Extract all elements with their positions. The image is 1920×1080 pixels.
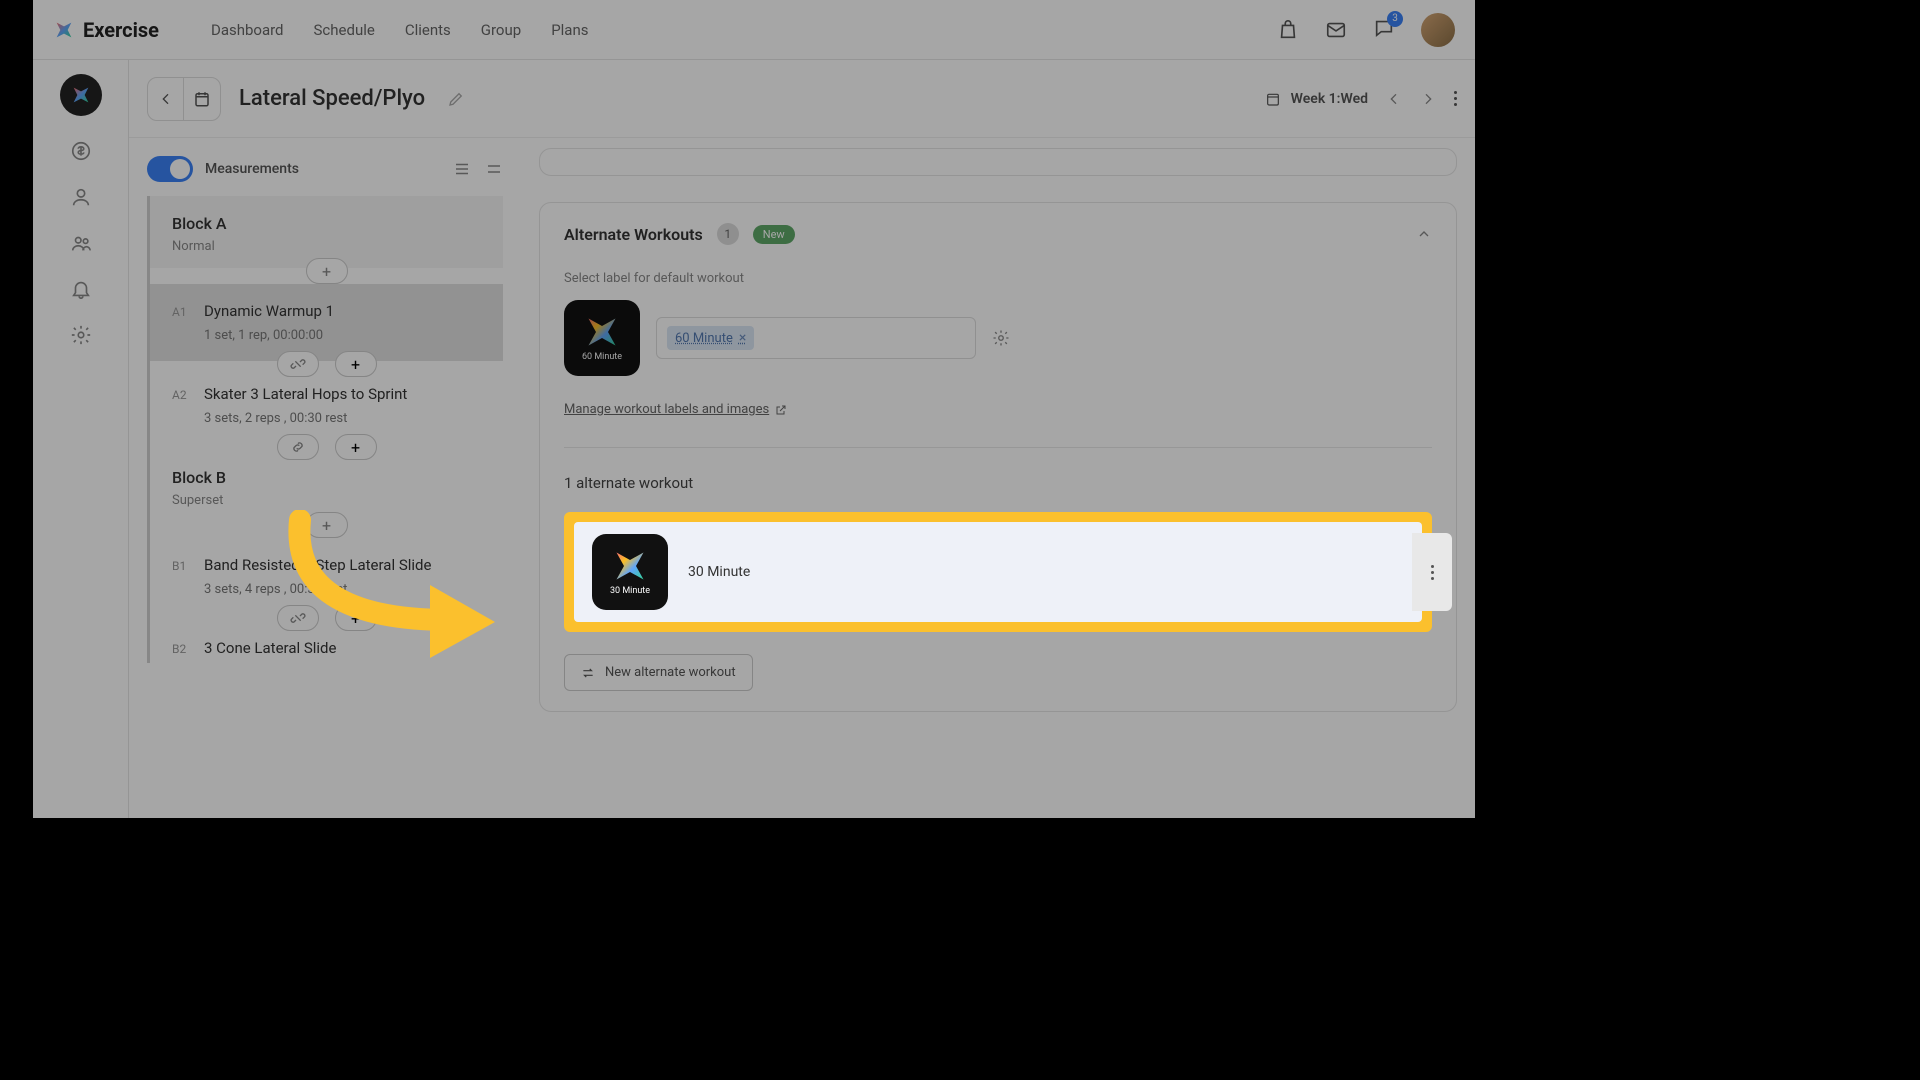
calendar-button[interactable] [184,78,220,120]
unlink-icon [290,610,306,626]
exercise-list-panel: Measurements Block A Normal + [129,138,521,818]
nav-schedule[interactable]: Schedule [314,21,375,39]
thumb-caption: 30 Minute [610,586,650,596]
unlink-icon [290,356,306,372]
more-menu-button[interactable] [1454,91,1457,106]
chevron-left-icon [158,91,174,107]
exercise-code: A1 [172,305,192,319]
new-alternate-button[interactable]: New alternate workout [564,654,753,691]
nav-group[interactable]: Group [481,21,521,39]
user-avatar[interactable] [1421,13,1455,47]
dots-vertical-icon [1431,565,1434,580]
unlink-button[interactable] [277,605,319,631]
alternate-count-badge: 1 [717,223,739,245]
label-chip-input[interactable]: 60 Minute × [656,317,976,359]
alternate-title: Alternate Workouts [564,225,703,244]
side-rail [33,60,129,818]
back-calendar-group [147,77,221,121]
exercise-item[interactable]: A2 Skater 3 Lateral Hops to Sprint 3 sets… [150,367,503,444]
block-title: Block B [172,468,485,487]
select-label-text: Select label for default workout [564,271,1432,286]
person-icon[interactable] [70,186,92,208]
week-prev-button[interactable] [1386,91,1402,107]
swap-icon [581,666,595,680]
measurements-toggle[interactable] [147,156,193,182]
block-subtitle: Normal [172,239,485,254]
exercise-name: Skater 3 Lateral Hops to Sprint [204,385,407,403]
calendar-small-icon [1265,91,1281,107]
brand-name: Exercise [83,18,159,42]
block-title: Block A [172,214,485,233]
exercise-code: A2 [172,388,192,402]
thumb-logo-icon [584,314,620,350]
collapsed-card[interactable] [539,148,1457,176]
chat-icon-wrap[interactable]: 3 [1373,17,1395,43]
compact-view-icon[interactable] [485,160,503,178]
chip-text: 60 Minute [675,331,733,346]
unlink-button[interactable] [277,351,319,377]
label-settings-icon[interactable] [992,329,1010,347]
manage-labels-link[interactable]: Manage workout labels and images [564,402,787,417]
bell-icon[interactable] [70,278,92,300]
top-nav: Dashboard Schedule Clients Group Plans [211,21,589,39]
highlighted-alternate-item: 30 Minute 30 Minute [564,512,1432,632]
brand-logo[interactable]: Exercise [53,18,159,42]
edit-icon[interactable] [447,90,465,108]
exercise-code: B2 [172,642,192,656]
nav-plans[interactable]: Plans [551,21,588,39]
workspace-avatar[interactable] [60,74,102,116]
thumb-logo-icon [612,548,648,584]
chip-remove-icon[interactable]: × [739,330,746,346]
exercise-detail: 3 sets, 4 reps , 00:30 rest [204,582,485,597]
alternate-workout-item[interactable]: 30 Minute 30 Minute [574,522,1422,622]
settings-icon[interactable] [70,324,92,346]
new-badge: New [753,225,795,244]
exercise-name: Band Resisted 2 Step Lateral Slide [204,556,431,574]
dollar-icon[interactable] [70,140,92,162]
alternate-thumb: 30 Minute [592,534,668,610]
topbar: Exercise Dashboard Schedule Clients Grou… [33,0,1475,60]
external-link-icon [775,404,787,416]
week-label: Week 1:Wed [1291,91,1368,107]
add-exercise-button[interactable]: + [306,512,348,538]
exercise-item[interactable]: B1 Band Resisted 2 Step Lateral Slide 3 s… [150,538,503,615]
alternate-list-heading: 1 alternate workout [564,474,1432,492]
mail-icon[interactable] [1325,19,1347,41]
link-icon [290,439,306,455]
calendar-icon [193,90,211,108]
alternate-item-menu[interactable] [1412,533,1452,611]
add-between-button[interactable]: + [335,434,377,460]
logo-icon [53,19,75,41]
add-exercise-button[interactable]: + [306,258,348,284]
add-between-button[interactable]: + [335,351,377,377]
nav-dashboard[interactable]: Dashboard [211,21,284,39]
page-title: Lateral Speed/Plyo [239,86,425,111]
exercise-code: B1 [172,559,192,573]
subheader: Lateral Speed/Plyo Week 1:Wed [129,60,1475,138]
alternate-item-name: 30 Minute [688,564,750,580]
week-next-button[interactable] [1420,91,1436,107]
thumb-caption: 60 Minute [582,352,622,362]
workspace-logo-icon [70,84,92,106]
default-workout-thumb[interactable]: 60 Minute [564,300,640,376]
add-between-button[interactable]: + [335,605,377,631]
measurements-label: Measurements [205,161,299,177]
alternate-panel: Alternate Workouts 1 New Select label fo… [521,138,1475,818]
exercise-name: Dynamic Warmup 1 [204,302,334,320]
people-icon[interactable] [70,232,92,254]
notification-badge: 3 [1387,11,1403,27]
nav-clients[interactable]: Clients [405,21,451,39]
block-subtitle: Superset [172,493,485,508]
exercise-detail: 1 set, 1 rep, 00:00:00 [204,328,485,343]
exercise-name: 3 Cone Lateral Slide [204,639,336,657]
collapse-icon[interactable] [1416,226,1432,242]
shopping-bag-icon[interactable] [1277,19,1299,41]
exercise-item[interactable]: A1 Dynamic Warmup 1 1 set, 1 rep, 00:00:0… [150,284,503,361]
week-picker[interactable]: Week 1:Wed [1265,91,1368,107]
exercise-detail: 3 sets, 2 reps , 00:30 rest [204,411,485,426]
link-button[interactable] [277,434,319,460]
label-chip[interactable]: 60 Minute × [667,326,754,350]
back-button[interactable] [148,78,184,120]
list-view-icon[interactable] [453,160,471,178]
